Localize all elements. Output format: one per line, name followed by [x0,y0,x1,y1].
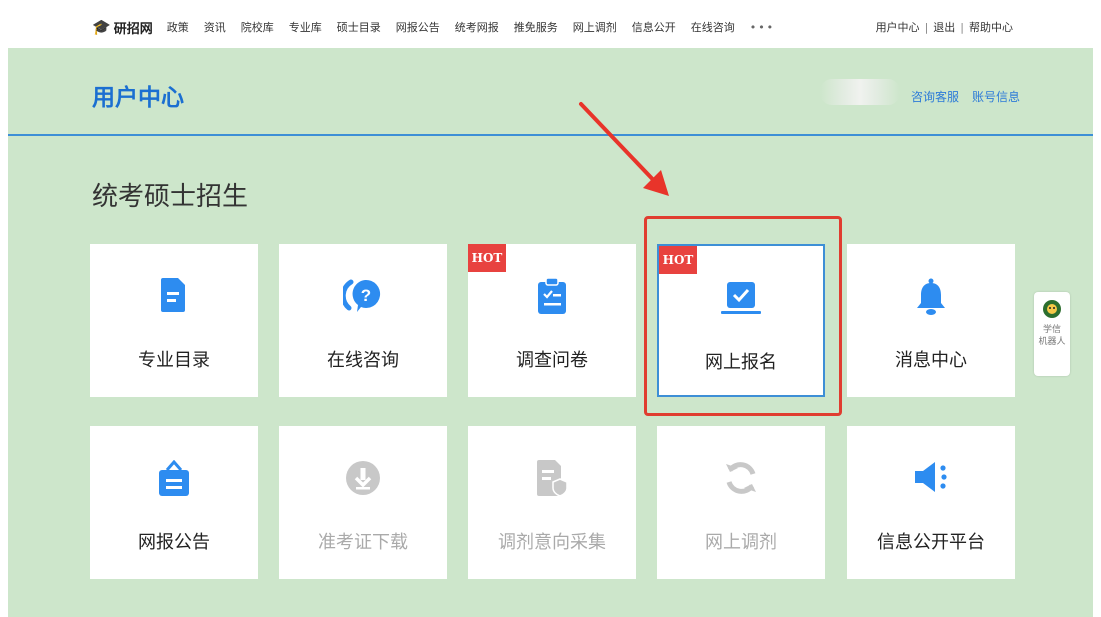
tile-label: 在线咨询 [327,350,399,371]
tile-major-catalog[interactable]: 专业目录 [90,244,258,397]
nav-link-recommendation-service[interactable]: 推免服务 [514,19,558,35]
tile-message-center[interactable]: 消息中心 [847,244,1015,397]
logo-text: 研招网 [113,21,153,37]
page-title: 用户中心 [92,84,184,110]
hot-badge: HOT [468,244,506,272]
account-info-link[interactable]: 账号信息 [972,88,1020,105]
document-shield-icon [537,460,568,500]
tile-info-disclosure-platform[interactable]: 信息公开平台 [847,426,1015,579]
tile-label: 调剂意向采集 [498,532,606,553]
logout-link[interactable]: 退出 [933,19,955,35]
separator: | [960,20,964,34]
tile-registration-notice[interactable]: 网报公告 [90,426,258,579]
speaker-icon [913,460,949,498]
tile-label: 消息中心 [895,350,967,371]
nav-link-registration-notice[interactable]: 网报公告 [396,19,440,35]
robot-label-line1: 学信 [1042,325,1061,335]
highlight-box [644,216,842,416]
tile-label: 调查问卷 [516,350,588,371]
tile-label: 准考证下载 [318,532,408,553]
download-circle-icon [345,460,381,500]
refresh-icon [723,460,759,500]
tile-label: 信息公开平台 [877,532,985,553]
blurred-username [820,79,900,105]
top-navigation-bar: 🎓 研招网 政策 资讯 院校库 专业库 硕士目录 网报公告 统考网报 推免服务 … [8,6,1093,48]
notice-bag-icon [159,459,189,500]
user-links: 用户中心 | 退出 | 帮助中心 [876,19,1013,35]
nav-link-school-library[interactable]: 院校库 [241,19,274,35]
document-icon [161,278,187,316]
robot-label-line2: 机器人 [1038,337,1066,347]
tile-online-consult[interactable]: ? 在线咨询 [279,244,447,397]
graduation-cap-icon: 🎓 [92,18,111,36]
nav-link-news[interactable]: 资讯 [204,19,226,35]
help-center-link[interactable]: 帮助中心 [969,19,1013,35]
user-center-page: 用户中心 咨询客服 账号信息 统考硕士招生 专业目录 ? 在线咨询 HOT 调查… [8,48,1093,617]
nav-link-policy[interactable]: 政策 [167,19,189,35]
nav-link-unified-registration[interactable]: 统考网报 [455,19,499,35]
page-header: 用户中心 咨询客服 账号信息 [8,48,1093,136]
section-title: 统考硕士招生 [92,182,249,212]
svg-text:?: ? [361,286,371,305]
question-chat-icon: ? [340,278,383,318]
bell-icon [916,278,946,320]
robot-icon [1043,300,1061,318]
nav-link-online-adjustment[interactable]: 网上调剂 [573,19,617,35]
clipboard-checklist-icon [538,277,566,318]
nav-link-online-consult[interactable]: 在线咨询 [691,19,735,35]
consult-service-link[interactable]: 咨询客服 [911,88,959,105]
nav-link-info-disclosure[interactable]: 信息公开 [632,19,676,35]
tile-adjustment-intention[interactable]: 调剂意向采集 [468,426,636,579]
robot-assistant-button[interactable]: 学信 机器人 [1034,292,1070,376]
user-center-link[interactable]: 用户中心 [876,19,920,35]
site-logo[interactable]: 🎓 研招网 [92,18,153,37]
nav-link-major-library[interactable]: 专业库 [289,19,322,35]
tile-survey[interactable]: HOT 调查问卷 [468,244,636,397]
nav-link-master-catalog[interactable]: 硕士目录 [337,19,381,35]
tile-label: 网报公告 [138,532,210,553]
nav-more-button[interactable]: ••• [750,21,775,34]
separator: | [924,20,929,34]
annotation-arrow-icon [579,102,669,196]
tile-label: 网上调剂 [705,532,777,553]
tile-admission-ticket-download[interactable]: 准考证下载 [279,426,447,579]
tile-online-adjustment[interactable]: 网上调剂 [657,426,825,579]
tile-label: 专业目录 [138,350,210,371]
nav-links: 政策 资讯 院校库 专业库 硕士目录 网报公告 统考网报 推免服务 网上调剂 信… [167,19,790,35]
